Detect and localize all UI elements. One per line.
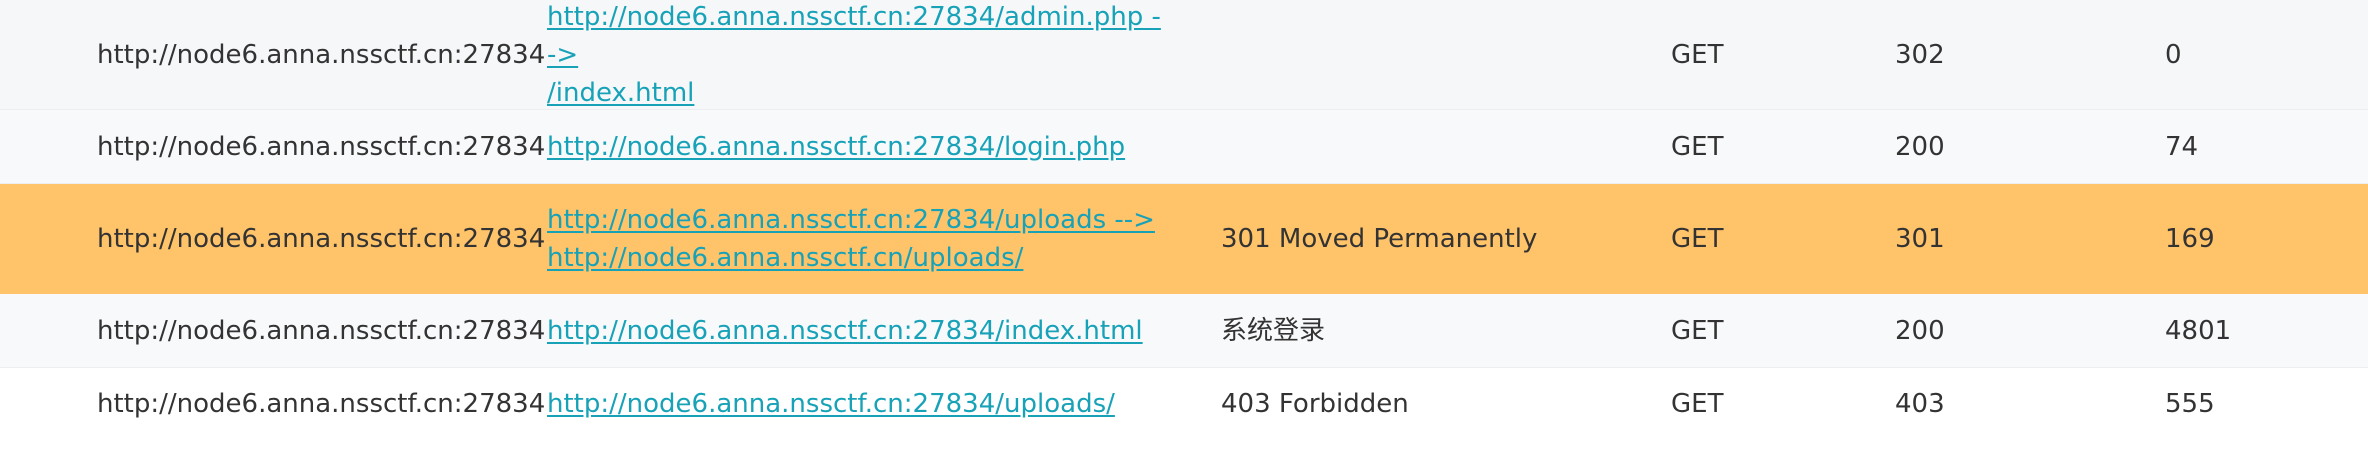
table-row[interactable]: http://node6.anna.nssctf.cn:27834 http:/… bbox=[0, 368, 2368, 440]
status-cell: 301 bbox=[1895, 224, 1945, 254]
host-cell: http://node6.anna.nssctf.cn:27834 bbox=[97, 39, 546, 70]
title-cell: 301 Moved Permanently bbox=[1221, 224, 1538, 254]
method-cell: GET bbox=[1671, 315, 1724, 346]
url-cell: http://node6.anna.nssctf.cn:27834/upload… bbox=[547, 368, 1167, 440]
host-cell: http://node6.anna.nssctf.cn:27834 bbox=[97, 315, 546, 346]
host-cell: http://node6.anna.nssctf.cn:27834 bbox=[97, 131, 546, 162]
title-cell: 系统登录 bbox=[1221, 315, 1326, 346]
method-cell: GET bbox=[1671, 39, 1724, 70]
url-link[interactable]: http://node6.anna.nssctf.cn:27834/index.… bbox=[547, 312, 1143, 350]
url-link[interactable]: http://node6.anna.nssctf.cn:27834/login.… bbox=[547, 128, 1125, 166]
size-cell: 0 bbox=[2165, 39, 2182, 70]
size-cell: 74 bbox=[2165, 131, 2199, 162]
table-row[interactable]: http://node6.anna.nssctf.cn:27834 http:/… bbox=[0, 0, 2368, 110]
url-link-continuation[interactable]: /index.html bbox=[547, 74, 1167, 112]
table-row[interactable]: http://node6.anna.nssctf.cn:27834 http:/… bbox=[0, 294, 2368, 368]
status-cell: 403 bbox=[1895, 389, 1945, 419]
url-link[interactable]: http://node6.anna.nssctf.cn:27834/upload… bbox=[547, 201, 1155, 239]
table-row-highlighted[interactable]: http://node6.anna.nssctf.cn:27834 http:/… bbox=[0, 184, 2368, 294]
size-cell: 555 bbox=[2165, 389, 2215, 419]
url-cell: http://node6.anna.nssctf.cn:27834/index.… bbox=[547, 294, 1167, 367]
table-row[interactable]: http://node6.anna.nssctf.cn:27834 http:/… bbox=[0, 110, 2368, 184]
title-cell: 403 Forbidden bbox=[1221, 389, 1409, 419]
results-table: http://node6.anna.nssctf.cn:27834 http:/… bbox=[0, 0, 2368, 440]
status-cell: 200 bbox=[1895, 315, 1945, 346]
url-link[interactable]: http://node6.anna.nssctf.cn:27834/upload… bbox=[547, 385, 1115, 423]
host-cell: http://node6.anna.nssctf.cn:27834 bbox=[97, 389, 546, 419]
method-cell: GET bbox=[1671, 389, 1724, 419]
url-link[interactable]: http://node6.anna.nssctf.cn:27834/admin.… bbox=[547, 0, 1167, 74]
host-cell: http://node6.anna.nssctf.cn:27834 bbox=[97, 224, 546, 254]
status-cell: 200 bbox=[1895, 131, 1945, 162]
url-link-continuation[interactable]: http://node6.anna.nssctf.cn/uploads/ bbox=[547, 239, 1155, 277]
url-cell: http://node6.anna.nssctf.cn:27834/upload… bbox=[547, 184, 1167, 294]
size-cell: 4801 bbox=[2165, 315, 2232, 346]
method-cell: GET bbox=[1671, 131, 1724, 162]
size-cell: 169 bbox=[2165, 224, 2215, 254]
status-cell: 302 bbox=[1895, 39, 1945, 70]
url-cell: http://node6.anna.nssctf.cn:27834/admin.… bbox=[547, 0, 1167, 109]
url-cell: http://node6.anna.nssctf.cn:27834/login.… bbox=[547, 110, 1167, 183]
method-cell: GET bbox=[1671, 224, 1724, 254]
